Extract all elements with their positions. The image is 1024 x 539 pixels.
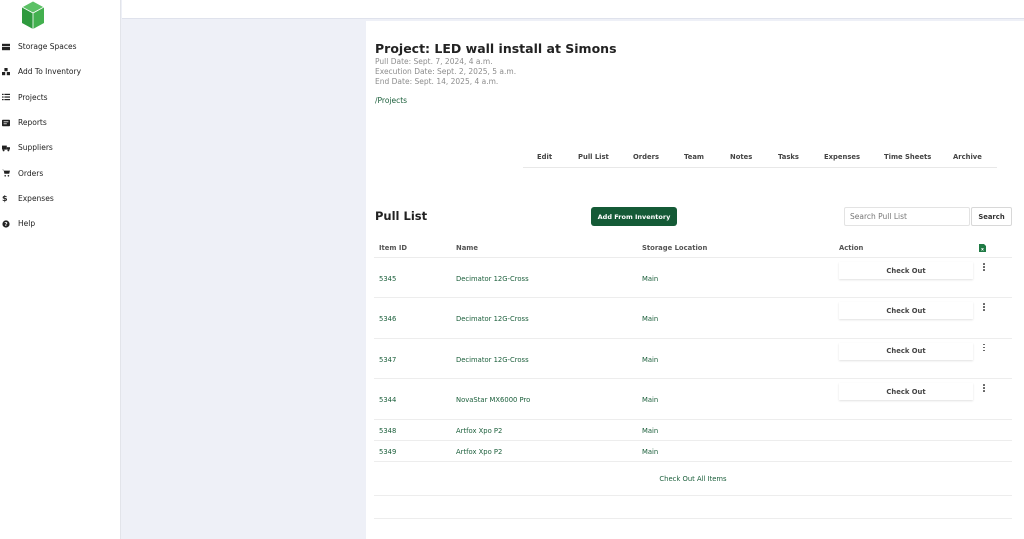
check-out-button[interactable]: Check Out [839, 302, 973, 320]
sidebar-item-storage-spaces[interactable]: Storage Spaces [0, 34, 121, 59]
storage-location-link[interactable]: Main [642, 427, 658, 435]
item-name-link[interactable]: Decimator 12G-Cross [456, 315, 529, 323]
item-id-link[interactable]: 5346 [379, 315, 396, 323]
table-row: 5349 Artfox Xpo P2 Main [374, 441, 1012, 462]
more-options-icon[interactable] [981, 303, 987, 313]
pull-list-table: Item ID Name Storage Location Action x 5… [374, 238, 1012, 519]
item-id-link[interactable]: 5349 [379, 448, 396, 456]
table-row: 5347 Decimator 12G-Cross Main Check Out [374, 339, 1012, 380]
pull-date: Pull Date: Sept. 7, 2024, 4 a.m. [375, 57, 493, 66]
storage-location-link[interactable]: Main [642, 396, 658, 404]
list-icon [2, 92, 14, 102]
boxes-icon [2, 67, 14, 77]
pull-list-title: Pull List [375, 209, 428, 223]
svg-text:?: ? [4, 222, 7, 228]
tab-team[interactable]: Team [684, 153, 704, 161]
sidebar-item-label: Projects [18, 92, 48, 102]
check-out-button[interactable]: Check Out [839, 342, 973, 360]
sidebar-item-label: Add To Inventory [18, 67, 82, 77]
page-title: Project: LED wall install at Simons [375, 41, 617, 56]
item-name-link[interactable]: Artfox Xpo P2 [456, 427, 502, 435]
storage-location-link[interactable]: Main [642, 356, 658, 364]
storage-location-link[interactable]: Main [642, 315, 658, 323]
sidebar-item-reports[interactable]: Reports [0, 110, 121, 135]
item-name-link[interactable]: Decimator 12G-Cross [456, 275, 529, 283]
table-row: 5345 Decimator 12G-Cross Main Check Out [374, 258, 1012, 299]
storage-icon [2, 42, 14, 52]
table-row: 5346 Decimator 12G-Cross Main Check Out [374, 298, 1012, 339]
truck-icon [2, 143, 14, 153]
storage-location-link[interactable]: Main [642, 448, 658, 456]
tab-pull-list[interactable]: Pull List [578, 153, 609, 161]
check-out-button[interactable]: Check Out [839, 262, 973, 279]
storage-location-link[interactable]: Main [642, 275, 658, 283]
more-options-icon[interactable] [981, 384, 987, 394]
tab-expenses[interactable]: Expenses [824, 153, 860, 161]
sidebar-item-orders[interactable]: Orders [0, 160, 121, 185]
top-bar [122, 0, 1024, 19]
svg-text:x: x [981, 248, 984, 252]
sidebar-item-label: Expenses [18, 193, 54, 203]
breadcrumb[interactable]: /Projects [375, 96, 407, 105]
item-id-link[interactable]: 5348 [379, 427, 396, 435]
help-icon: ? [2, 219, 14, 229]
table-header: Item ID Name Storage Location Action x [374, 238, 1012, 258]
report-icon [2, 118, 14, 128]
tab-time-sheets[interactable]: Time Sheets [884, 153, 931, 161]
item-id-link[interactable]: 5344 [379, 396, 396, 404]
column-header-name: Name [456, 244, 478, 252]
project-panel: Project: LED wall install at Simons Pull… [366, 21, 1024, 539]
sidebar-item-label: Storage Spaces [18, 42, 77, 52]
table-row: 5344 NovaStar MX6000 Pro Main Check Out [374, 379, 1012, 420]
sidebar-item-help[interactable]: ? Help [0, 211, 121, 236]
project-tabs: Edit Pull List Orders Team Notes Tasks E… [523, 148, 997, 168]
search-button[interactable]: Search [971, 207, 1012, 226]
sidebar-item-suppliers[interactable]: Suppliers [0, 135, 121, 160]
item-name-link[interactable]: NovaStar MX6000 Pro [456, 396, 530, 404]
sidebar-item-expenses[interactable]: $ Expenses [0, 186, 121, 211]
table-spacer-row [374, 496, 1012, 519]
check-out-all-items-link[interactable]: Check Out All Items [374, 475, 1012, 483]
end-date: End Date: Sept. 14, 2025, 4 a.m. [375, 77, 499, 86]
sidebar-item-label: Suppliers [18, 143, 53, 153]
item-name-link[interactable]: Artfox Xpo P2 [456, 448, 502, 456]
tab-archive[interactable]: Archive [953, 153, 982, 161]
execution-date: Execution Date: Sept. 2, 2025, 5 a.m. [375, 67, 517, 76]
sidebar-item-label: Reports [18, 118, 47, 128]
sidebar-item-label: Orders [18, 168, 44, 178]
column-header-item-id: Item ID [379, 244, 408, 252]
tab-edit[interactable]: Edit [537, 153, 552, 161]
search-pull-list-input[interactable] [844, 207, 970, 226]
add-from-inventory-button[interactable]: Add From Inventory [591, 207, 677, 226]
item-id-link[interactable]: 5347 [379, 356, 396, 364]
cube-logo-icon[interactable] [21, 0, 45, 30]
tab-orders[interactable]: Orders [633, 153, 659, 161]
more-options-icon[interactable] [981, 263, 987, 273]
tab-tasks[interactable]: Tasks [778, 153, 799, 161]
table-footer-row: Check Out All Items [374, 462, 1012, 496]
cart-icon [2, 168, 14, 178]
item-id-link[interactable]: 5345 [379, 275, 396, 283]
column-header-action: Action [839, 244, 864, 252]
sidebar-nav: Storage Spaces Add To Inventory Projects… [0, 34, 121, 236]
check-out-button[interactable]: Check Out [839, 383, 973, 401]
more-options-icon[interactable] [981, 343, 987, 354]
sidebar-item-add-to-inventory[interactable]: Add To Inventory [0, 59, 121, 84]
tab-notes[interactable]: Notes [730, 153, 752, 161]
column-header-storage-location: Storage Location [642, 244, 708, 252]
item-name-link[interactable]: Decimator 12G-Cross [456, 356, 529, 364]
export-spreadsheet-icon[interactable]: x [979, 244, 986, 252]
dollar-icon: $ [2, 193, 8, 203]
sidebar-item-projects[interactable]: Projects [0, 85, 121, 110]
sidebar: Storage Spaces Add To Inventory Projects… [0, 0, 121, 539]
table-row: 5348 Artfox Xpo P2 Main [374, 420, 1012, 441]
sidebar-item-label: Help [18, 219, 36, 229]
